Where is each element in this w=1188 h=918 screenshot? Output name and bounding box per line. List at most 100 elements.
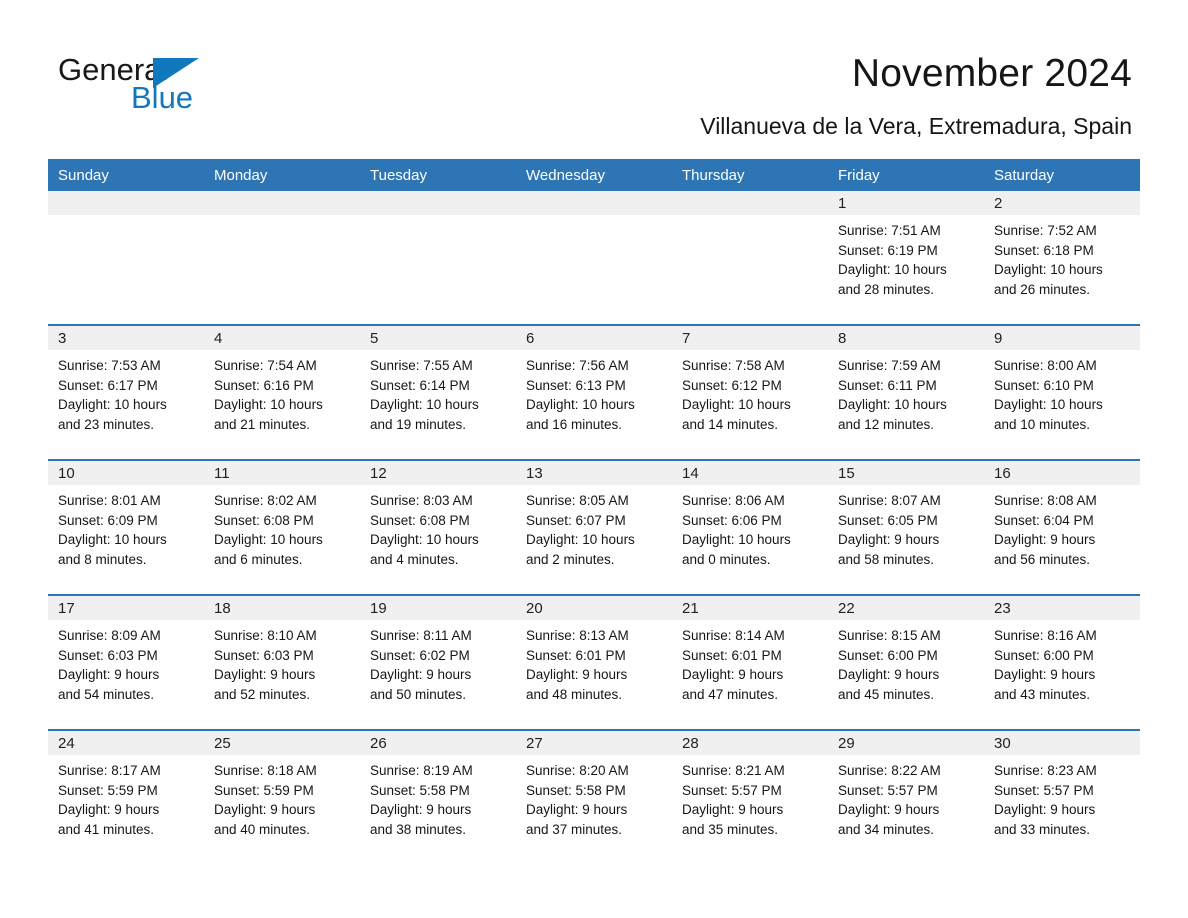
daylight-text-line2: and 48 minutes. — [526, 686, 623, 702]
calendar-day-cell[interactable]: 23 Sunrise: 8:16 AM Sunset: 6:00 PM Dayligh… — [984, 596, 1140, 729]
day-details: Sunrise: 8:09 AM Sunset: 6:03 PM Daylight:… — [48, 620, 204, 704]
day-details: Sunrise: 8:23 AM Sunset: 5:57 PM Daylight:… — [984, 755, 1140, 839]
sunset-text: Sunset: 6:02 PM — [370, 647, 470, 663]
day-number — [672, 191, 828, 215]
sunrise-text: Sunrise: 7:53 AM — [58, 358, 161, 373]
daylight-text-line1: Daylight: 9 hours — [370, 802, 472, 818]
calendar-day-cell[interactable]: 15 Sunrise: 8:07 AM Sunset: 6:05 PM Dayligh… — [828, 461, 984, 594]
calendar-day-cell[interactable]: 14 Sunrise: 8:06 AM Sunset: 6:06 PM Dayligh… — [672, 461, 828, 594]
calendar-day-cell[interactable]: 26 Sunrise: 8:19 AM Sunset: 5:58 PM Dayligh… — [360, 731, 516, 864]
calendar-day-cell[interactable]: 2 Sunrise: 7:52 AM Sunset: 6:18 PM Daylight… — [984, 191, 1140, 324]
sunrise-text: Sunrise: 8:23 AM — [994, 763, 1097, 778]
calendar-day-cell[interactable]: 27 Sunrise: 8:20 AM Sunset: 5:58 PM Dayligh… — [516, 731, 672, 864]
calendar-day-cell[interactable]: 3 Sunrise: 7:53 AM Sunset: 6:17 PM Daylight… — [48, 326, 204, 459]
calendar-day-cell[interactable]: 29 Sunrise: 8:22 AM Sunset: 5:57 PM Dayligh… — [828, 731, 984, 864]
calendar-day-cell[interactable]: 21 Sunrise: 8:14 AM Sunset: 6:01 PM Dayligh… — [672, 596, 828, 729]
calendar-day-cell[interactable]: 16 Sunrise: 8:08 AM Sunset: 6:04 PM Dayligh… — [984, 461, 1140, 594]
sunset-text: Sunset: 6:16 PM — [214, 377, 314, 393]
daylight-text-line1: Daylight: 10 hours — [994, 397, 1103, 413]
sunset-text: Sunset: 6:13 PM — [526, 377, 626, 393]
daylight-text-line1: Daylight: 9 hours — [838, 667, 940, 683]
calendar-day-cell[interactable]: 6 Sunrise: 7:56 AM Sunset: 6:13 PM Daylight… — [516, 326, 672, 459]
calendar-day-cell[interactable]: 7 Sunrise: 7:58 AM Sunset: 6:12 PM Daylight… — [672, 326, 828, 459]
calendar-week-row: 1 Sunrise: 7:51 AM Sunset: 6:19 PM Daylight… — [48, 191, 1140, 325]
day-number: 1 — [828, 191, 984, 215]
sunrise-text: Sunrise: 8:05 AM — [526, 493, 629, 508]
daylight-text-line1: Daylight: 10 hours — [370, 397, 479, 413]
calendar-day-cell[interactable]: 1 Sunrise: 7:51 AM Sunset: 6:19 PM Daylight… — [828, 191, 984, 324]
daylight-text-line1: Daylight: 9 hours — [214, 667, 316, 683]
day-details: Sunrise: 8:21 AM Sunset: 5:57 PM Daylight:… — [672, 755, 828, 839]
day-details: Sunrise: 8:01 AM Sunset: 6:09 PM Daylight:… — [48, 485, 204, 569]
calendar-day-cell[interactable]: 19 Sunrise: 8:11 AM Sunset: 6:02 PM Dayligh… — [360, 596, 516, 729]
sunset-text: Sunset: 5:57 PM — [994, 782, 1094, 798]
day-details: Sunrise: 7:54 AM Sunset: 6:16 PM Daylight:… — [204, 350, 360, 434]
daylight-text-line1: Daylight: 9 hours — [58, 667, 160, 683]
generalblue-logo[interactable]: General Blue — [58, 52, 258, 124]
daylight-text-line1: Daylight: 10 hours — [214, 532, 323, 548]
day-details: Sunrise: 8:10 AM Sunset: 6:03 PM Daylight:… — [204, 620, 360, 704]
daylight-text-line2: and 10 minutes. — [994, 416, 1091, 432]
calendar-day-cell[interactable]: 10 Sunrise: 8:01 AM Sunset: 6:09 PM Dayligh… — [48, 461, 204, 594]
calendar-day-cell[interactable]: 12 Sunrise: 8:03 AM Sunset: 6:08 PM Dayligh… — [360, 461, 516, 594]
daylight-text-line2: and 52 minutes. — [214, 686, 311, 702]
calendar-page: General Blue November 2024 Villanueva de… — [0, 0, 1188, 918]
sunrise-text: Sunrise: 8:13 AM — [526, 628, 629, 643]
calendar-day-cell[interactable]: 22 Sunrise: 8:15 AM Sunset: 6:00 PM Dayligh… — [828, 596, 984, 729]
daylight-text-line2: and 58 minutes. — [838, 551, 935, 567]
day-number: 22 — [828, 596, 984, 620]
day-number: 3 — [48, 326, 204, 350]
day-details: Sunrise: 8:19 AM Sunset: 5:58 PM Daylight:… — [360, 755, 516, 839]
sunset-text: Sunset: 6:08 PM — [214, 512, 314, 528]
calendar-day-cell[interactable]: 11 Sunrise: 8:02 AM Sunset: 6:08 PM Dayligh… — [204, 461, 360, 594]
calendar-day-cell[interactable]: 5 Sunrise: 7:55 AM Sunset: 6:14 PM Daylight… — [360, 326, 516, 459]
sunrise-text: Sunrise: 8:14 AM — [682, 628, 785, 643]
daylight-text-line2: and 50 minutes. — [370, 686, 467, 702]
calendar-day-cell[interactable]: 8 Sunrise: 7:59 AM Sunset: 6:11 PM Daylight… — [828, 326, 984, 459]
calendar-day-cell[interactable]: 25 Sunrise: 8:18 AM Sunset: 5:59 PM Dayligh… — [204, 731, 360, 864]
day-details: Sunrise: 8:16 AM Sunset: 6:00 PM Daylight:… — [984, 620, 1140, 704]
sunset-text: Sunset: 6:12 PM — [682, 377, 782, 393]
calendar-day-cell[interactable]: 9 Sunrise: 8:00 AM Sunset: 6:10 PM Daylight… — [984, 326, 1140, 459]
calendar-day-cell[interactable]: 4 Sunrise: 7:54 AM Sunset: 6:16 PM Daylight… — [204, 326, 360, 459]
day-number: 19 — [360, 596, 516, 620]
daylight-text-line2: and 43 minutes. — [994, 686, 1091, 702]
calendar-day-cell[interactable]: 17 Sunrise: 8:09 AM Sunset: 6:03 PM Dayligh… — [48, 596, 204, 729]
daylight-text-line2: and 35 minutes. — [682, 821, 779, 837]
calendar-day-cell[interactable]: 24 Sunrise: 8:17 AM Sunset: 5:59 PM Dayligh… — [48, 731, 204, 864]
sunrise-text: Sunrise: 8:18 AM — [214, 763, 317, 778]
day-number: 5 — [360, 326, 516, 350]
day-number: 6 — [516, 326, 672, 350]
sunset-text: Sunset: 5:57 PM — [838, 782, 938, 798]
calendar-day-cell-empty — [516, 191, 672, 324]
daylight-text-line1: Daylight: 10 hours — [838, 262, 947, 278]
daylight-text-line2: and 28 minutes. — [838, 281, 935, 297]
day-details: Sunrise: 8:13 AM Sunset: 6:01 PM Daylight:… — [516, 620, 672, 704]
sunset-text: Sunset: 6:01 PM — [526, 647, 626, 663]
daylight-text-line2: and 14 minutes. — [682, 416, 779, 432]
weekday-header-monday: Monday — [204, 159, 360, 191]
day-number — [516, 191, 672, 215]
daylight-text-line1: Daylight: 9 hours — [526, 802, 628, 818]
daylight-text-line2: and 12 minutes. — [838, 416, 935, 432]
calendar-day-cell-empty — [360, 191, 516, 324]
calendar-day-cell[interactable]: 18 Sunrise: 8:10 AM Sunset: 6:03 PM Dayligh… — [204, 596, 360, 729]
calendar-day-cell[interactable]: 28 Sunrise: 8:21 AM Sunset: 5:57 PM Dayligh… — [672, 731, 828, 864]
sunset-text: Sunset: 5:59 PM — [214, 782, 314, 798]
calendar-week-row: 10 Sunrise: 8:01 AM Sunset: 6:09 PM Dayligh… — [48, 459, 1140, 595]
calendar-week-row: 3 Sunrise: 7:53 AM Sunset: 6:17 PM Daylight… — [48, 324, 1140, 460]
day-details: Sunrise: 8:11 AM Sunset: 6:02 PM Daylight:… — [360, 620, 516, 704]
sunrise-text: Sunrise: 8:01 AM — [58, 493, 161, 508]
calendar-day-cell[interactable]: 20 Sunrise: 8:13 AM Sunset: 6:01 PM Dayligh… — [516, 596, 672, 729]
sunrise-text: Sunrise: 7:55 AM — [370, 358, 473, 373]
calendar-day-cell[interactable]: 30 Sunrise: 8:23 AM Sunset: 5:57 PM Dayligh… — [984, 731, 1140, 864]
day-details: Sunrise: 7:53 AM Sunset: 6:17 PM Daylight:… — [48, 350, 204, 434]
daylight-text-line1: Daylight: 10 hours — [526, 397, 635, 413]
calendar-body: 1 Sunrise: 7:51 AM Sunset: 6:19 PM Daylight… — [48, 191, 1140, 864]
calendar-day-cell[interactable]: 13 Sunrise: 8:05 AM Sunset: 6:07 PM Dayligh… — [516, 461, 672, 594]
daylight-text-line2: and 33 minutes. — [994, 821, 1091, 837]
sunset-text: Sunset: 6:05 PM — [838, 512, 938, 528]
sunset-text: Sunset: 6:14 PM — [370, 377, 470, 393]
day-number: 13 — [516, 461, 672, 485]
daylight-text-line1: Daylight: 10 hours — [58, 397, 167, 413]
